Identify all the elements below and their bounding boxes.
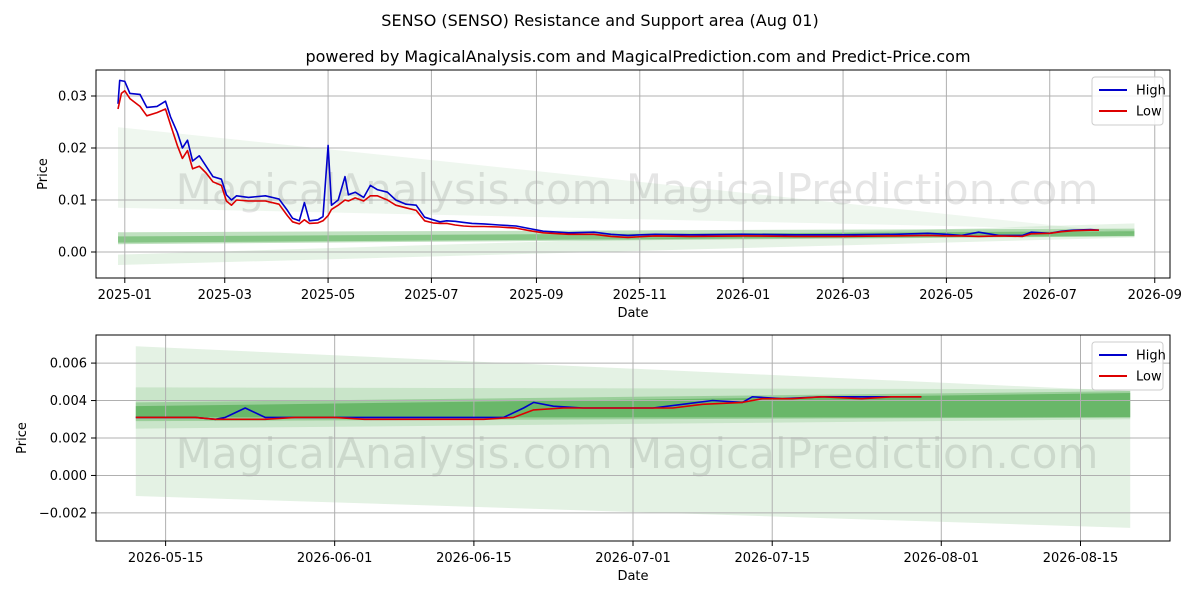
legend: High Low [1091,76,1166,126]
watermark: MagicalAnalysis.com MagicalPrediction.co… [176,429,1099,478]
x-tick-label: 2026-03 [816,288,870,303]
x-tick-label: 2026-08-15 [1043,551,1119,566]
y-tick-label: 0.004 [50,394,87,409]
legend: High Low [1091,341,1166,391]
x-tick-label: 2026-07-01 [595,551,671,566]
y-tick-label: 0.03 [58,90,87,105]
chart-figure: SENSO (SENSO) Resistance and Support are… [15,11,1182,584]
x-tick-label: 2025-07 [404,288,458,303]
legend-label-high: High [1136,349,1166,364]
x-tick-label: 2026-06-01 [297,551,373,566]
x-tick-label: 2026-05-15 [128,551,204,566]
x-tick-label: 2025-11 [613,288,667,303]
chart-subtitle: powered by MagicalAnalysis.com and Magic… [305,47,970,66]
legend-label-high: High [1136,84,1166,99]
y-axis-label: Price [36,158,51,190]
x-tick-label: 2026-01 [716,288,770,303]
x-tick-label: 2026-07 [1023,288,1077,303]
x-tick-label: 2025-01 [98,288,152,303]
x-tick-label: 2025-09 [509,288,563,303]
x-axis-label: Date [617,306,648,321]
y-tick-label: 0.006 [50,357,87,372]
x-tick-label: 2026-05 [919,288,973,303]
x-tick-label: 2026-09 [1128,288,1182,303]
x-axis-label: Date [617,569,648,584]
x-tick-label: 2026-06-15 [436,551,512,566]
x-tick-label: 2026-08-01 [903,551,979,566]
y-tick-label: −0.002 [39,506,87,521]
chart-title: SENSO (SENSO) Resistance and Support are… [381,11,818,30]
y-tick-label: 0.02 [58,142,87,157]
y-axis-label: Price [15,422,30,454]
y-tick-label: 0.000 [50,469,87,484]
legend-label-low: Low [1136,370,1162,385]
x-tick-label: 2026-07-15 [734,551,810,566]
watermark: MagicalAnalysis.com MagicalPrediction.co… [176,165,1099,214]
top-panel: MagicalAnalysis.com MagicalPrediction.co… [36,69,1182,321]
x-tick-label: 2025-05 [301,288,355,303]
y-tick-label: 0.002 [50,432,87,447]
bottom-panel: MagicalAnalysis.com MagicalPrediction.co… [15,334,1171,584]
legend-label-low: Low [1136,105,1162,120]
y-tick-label: 0.00 [58,246,87,261]
x-tick-label: 2025-03 [198,288,252,303]
y-tick-label: 0.01 [58,194,87,209]
